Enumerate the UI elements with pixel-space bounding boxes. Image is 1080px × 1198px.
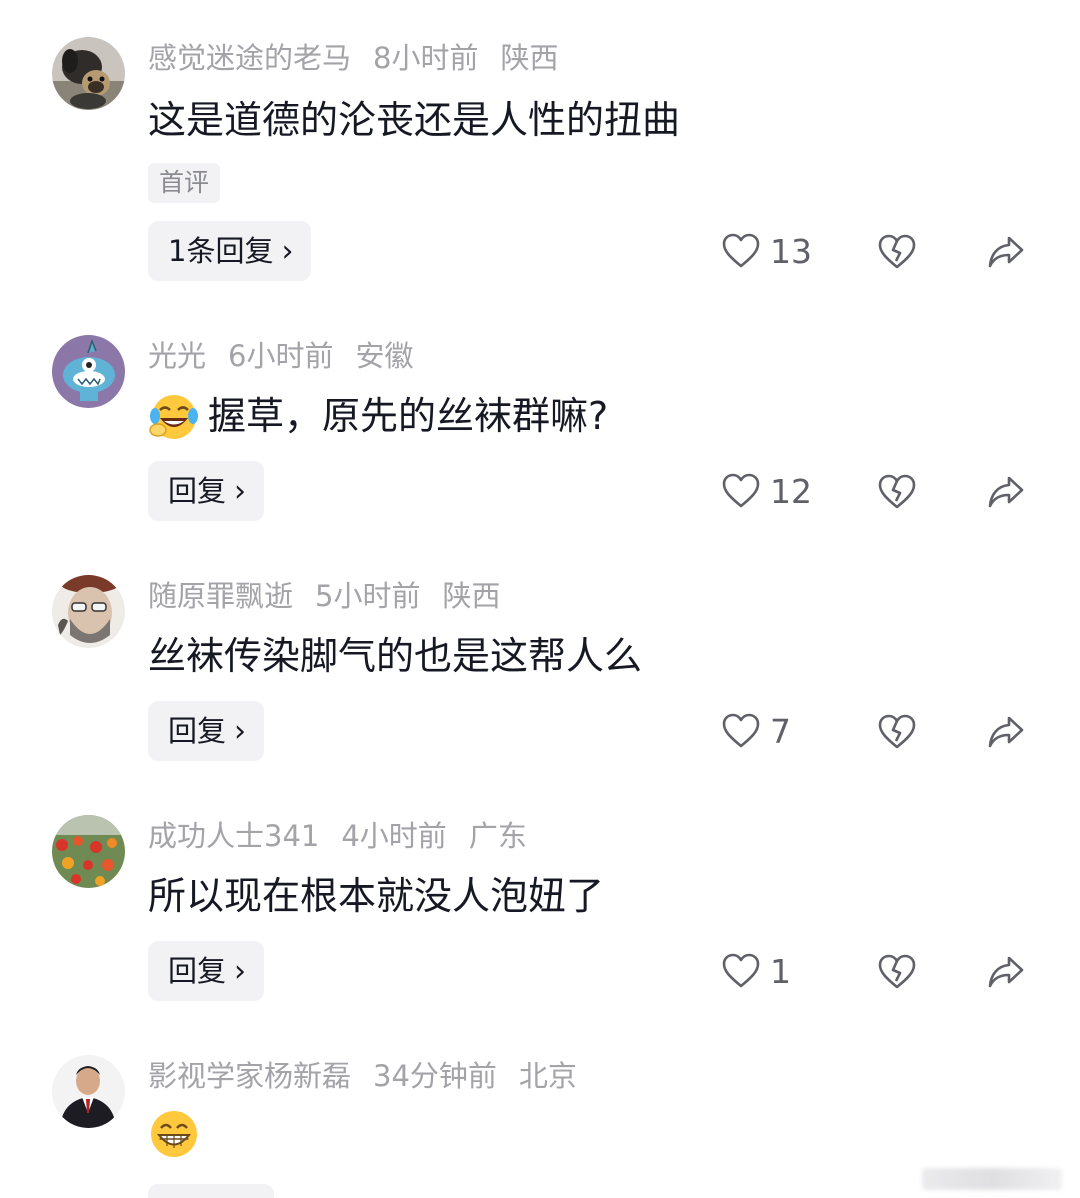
- broken-heart-icon[interactable]: [878, 233, 916, 271]
- like-count: 7: [770, 712, 791, 751]
- grinning-emoji: [151, 1110, 197, 1157]
- avatar[interactable]: [52, 1055, 125, 1128]
- username[interactable]: 光光: [148, 339, 206, 373]
- flowers-avatar-image: [52, 815, 125, 888]
- comment-list: 感觉迷途的老马 8小时前 陕西 这是道德的沦丧还是人性的扭曲 首评 1条回复 › 13: [0, 0, 1080, 1198]
- avatar[interactable]: [52, 575, 125, 648]
- comment-meta: 成功人士341 4小时前 广东: [148, 816, 549, 856]
- chevron-right-icon: ›: [234, 474, 247, 509]
- reply-label: 1条回复: [168, 234, 274, 268]
- heart-outline-icon: [722, 233, 760, 267]
- share-arrow-icon[interactable]: [987, 233, 1025, 271]
- man-in-suit-avatar-image: [52, 1055, 125, 1128]
- like-count: 1: [770, 952, 791, 991]
- first-comment-tag: 首评: [148, 163, 221, 203]
- share-arrow-icon[interactable]: [987, 953, 1025, 991]
- comment-text: 所以现在根本就没人泡妞了: [148, 874, 605, 918]
- watermark: [922, 1168, 1062, 1190]
- heart-outline-icon: [722, 713, 760, 747]
- reply-label: 回复: [168, 954, 227, 988]
- location: 广东: [468, 819, 527, 853]
- reply-button[interactable]: 回复 ›: [148, 461, 265, 521]
- heart-outline-icon: [722, 473, 760, 507]
- timestamp: 34分钟前: [373, 1059, 497, 1093]
- avatar[interactable]: [52, 335, 125, 408]
- comment-meta: 光光 6小时前 安徽: [148, 336, 435, 376]
- avatar[interactable]: [52, 815, 125, 888]
- username[interactable]: 成功人士341: [148, 819, 319, 853]
- comment-text-content: 握草，原先的丝袜群嘛?: [208, 394, 609, 438]
- timestamp: 6小时前: [228, 339, 334, 373]
- bearded-man-avatar-image: [52, 575, 125, 648]
- reply-button[interactable]: 回复 ›: [148, 701, 265, 761]
- username[interactable]: 感觉迷途的老马: [148, 41, 351, 75]
- reply-button[interactable]: 回复 ›: [148, 941, 265, 1001]
- chevron-right-icon: ›: [281, 234, 294, 269]
- cartoon-monster-avatar-image: [52, 335, 125, 408]
- like-button[interactable]: 7: [722, 710, 791, 754]
- timestamp: 8小时前: [373, 41, 479, 75]
- comment-meta: 影视学家杨新磊 34分钟前 北京: [148, 1056, 599, 1096]
- username[interactable]: 随原罪飘逝: [148, 579, 293, 613]
- broken-heart-icon[interactable]: [878, 713, 916, 751]
- like-button[interactable]: 1: [722, 950, 791, 994]
- like-count: 13: [770, 232, 812, 271]
- username[interactable]: 影视学家杨新磊: [148, 1059, 351, 1093]
- share-arrow-icon[interactable]: [987, 713, 1025, 751]
- comment-meta: 感觉迷途的老马 8小时前 陕西: [148, 38, 580, 78]
- like-button[interactable]: 12: [722, 470, 812, 514]
- comment-text: [148, 1108, 208, 1160]
- heart-outline-icon: [722, 953, 760, 987]
- broken-heart-icon[interactable]: [878, 473, 916, 511]
- comment-meta: 随原罪飘逝 5小时前 陕西: [148, 576, 522, 616]
- location: 陕西: [442, 579, 501, 613]
- broken-heart-icon[interactable]: [878, 953, 916, 991]
- like-count: 12: [770, 472, 812, 511]
- location: 安徽: [355, 339, 414, 373]
- comment-text: 握草，原先的丝袜群嘛?: [148, 390, 608, 442]
- location: 陕西: [500, 41, 559, 75]
- comment-text: 这是道德的沦丧还是人性的扭曲: [148, 98, 681, 142]
- pug-dog-avatar-image: [52, 37, 125, 110]
- chevron-right-icon: ›: [234, 954, 247, 989]
- view-replies-button[interactable]: 1条回复 ›: [148, 221, 312, 281]
- reply-label: 回复: [168, 714, 227, 748]
- like-button[interactable]: 13: [722, 230, 812, 274]
- reply-button[interactable]: [148, 1184, 274, 1198]
- chevron-right-icon: ›: [234, 714, 247, 749]
- share-arrow-icon[interactable]: [987, 473, 1025, 511]
- reply-label: 回复: [168, 474, 227, 508]
- laughing-crying-emoji: [149, 394, 198, 439]
- location: 北京: [518, 1059, 577, 1093]
- avatar[interactable]: [52, 37, 125, 110]
- comment-text: 丝袜传染脚气的也是这帮人么: [148, 634, 643, 678]
- timestamp: 5小时前: [315, 579, 421, 613]
- timestamp: 4小时前: [341, 819, 447, 853]
